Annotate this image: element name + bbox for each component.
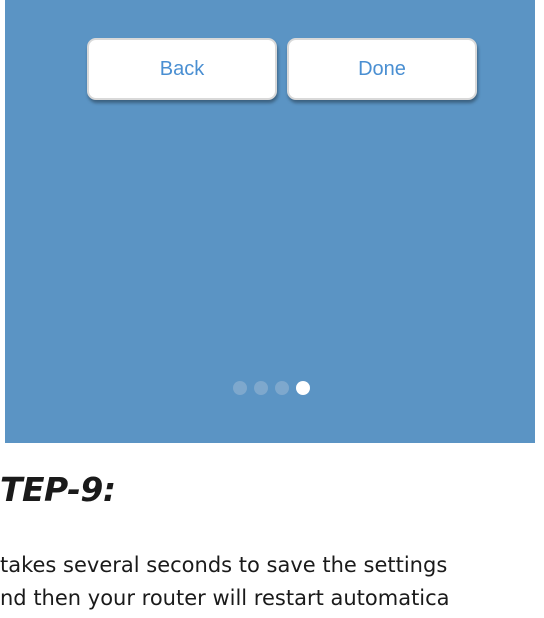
page-dot-2 (253, 381, 268, 395)
step-description-line-2: nd then your router will restart automat… (0, 586, 450, 610)
step-description: takes several seconds to save the settin… (0, 549, 544, 615)
done-button[interactable]: Done (287, 38, 477, 100)
page-dot-4-active (295, 381, 310, 395)
back-button[interactable]: Back (87, 38, 277, 100)
page-indicator (5, 381, 535, 395)
app-screen-panel: Back Done (5, 0, 535, 443)
page-dot-3 (274, 381, 289, 395)
step-title: TEP-9: (0, 470, 116, 509)
page-dot-1 (232, 381, 247, 395)
step-description-line-1: takes several seconds to save the settin… (0, 553, 448, 577)
